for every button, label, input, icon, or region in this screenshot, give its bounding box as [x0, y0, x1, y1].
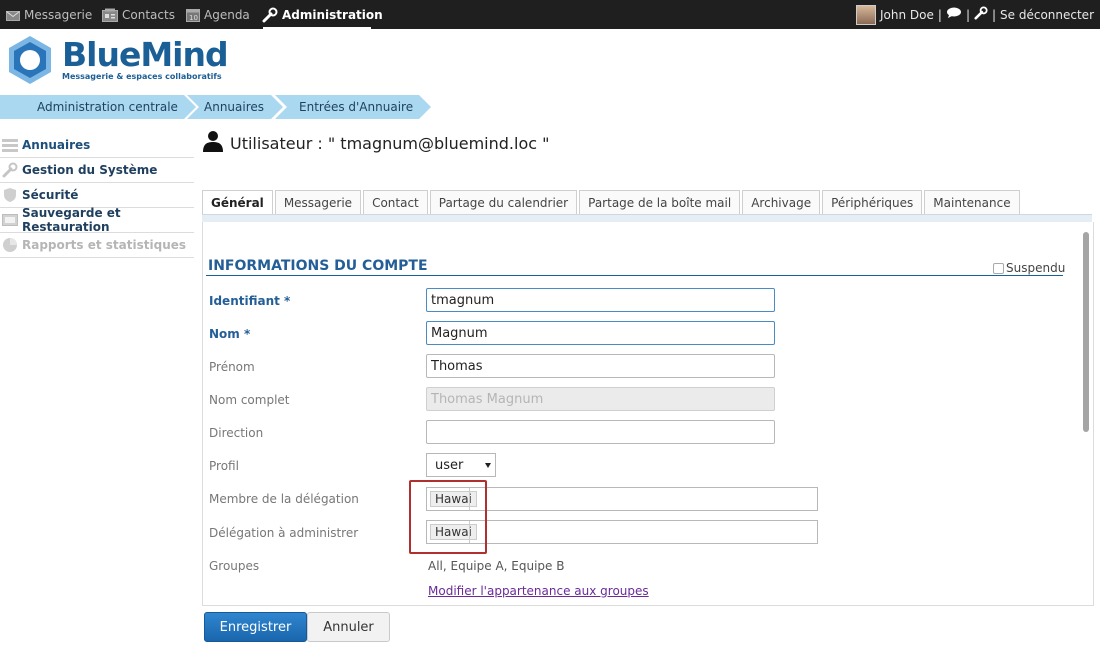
tab-peripheriques[interactable]: Périphériques [822, 190, 923, 214]
sidebar-item-gestion-systeme[interactable]: Gestion du Système [0, 158, 194, 183]
sidebar-item-rapports[interactable]: Rapports et statistiques [0, 233, 194, 258]
nav-administration[interactable]: Administration [262, 0, 383, 29]
page-title: Utilisateur : " tmagnum@bluemind.loc " [202, 130, 549, 156]
chat-icon[interactable] [946, 7, 962, 22]
section-divider [206, 275, 1063, 276]
logo-tagline: Messagerie & espaces collaboratifs [62, 72, 222, 81]
sidebar-item-label: Sécurité [22, 188, 79, 202]
wrench-icon [262, 7, 278, 23]
save-button[interactable]: Enregistrer [204, 612, 307, 642]
backup-icon [2, 212, 18, 228]
tab-maintenance[interactable]: Maintenance [924, 190, 1020, 214]
nav-label: Agenda [204, 7, 250, 22]
top-navigation-bar: Messagerie Contacts 10 Agenda Administra… [0, 0, 1100, 29]
user-name[interactable]: John Doe [880, 8, 934, 22]
avatar[interactable] [856, 4, 877, 25]
logo-hexagon-icon [9, 36, 51, 84]
calendar-icon: 10 [186, 8, 200, 22]
separator: | [965, 7, 970, 22]
user-icon [202, 130, 224, 156]
wrench-icon [2, 162, 18, 178]
sidebar-item-label: Annuaires [22, 138, 91, 152]
nav-contacts[interactable]: Contacts [102, 0, 175, 29]
groupes-label: Groupes [209, 559, 260, 573]
separator: | [937, 7, 942, 22]
sidebar-item-label: Gestion du Système [22, 163, 158, 177]
logo: BlueMind Messagerie & espaces collaborat… [4, 34, 229, 86]
wrench-icon[interactable] [974, 6, 988, 23]
sidebar-item-securite[interactable]: Sécurité [0, 183, 194, 208]
sidebar-item-sauvegarde[interactable]: Sauvegarde et Restauration [0, 206, 194, 234]
tab-partage-calendrier[interactable]: Partage du calendrier [429, 190, 578, 214]
mail-icon [6, 9, 20, 21]
highlight-annotation [409, 480, 487, 554]
tab-contact[interactable]: Contact [363, 190, 428, 214]
breadcrumb-item-administration[interactable]: Administration centrale [0, 95, 196, 119]
list-icon [2, 137, 18, 153]
sidebar: Annuaires Gestion du Système Sécurité Sa… [0, 133, 194, 258]
cancel-button[interactable]: Annuler [307, 612, 390, 642]
identifiant-field[interactable]: tmagnum [426, 288, 775, 312]
scrollbar-thumb[interactable] [1083, 232, 1089, 432]
chevron-down-icon [485, 463, 491, 468]
prenom-label: Prénom [209, 360, 255, 374]
tab-bar: Général Messagerie Contact Partage du ca… [202, 190, 1020, 214]
tab-archivage[interactable]: Archivage [742, 190, 821, 214]
checkbox-box[interactable] [993, 262, 1004, 274]
profil-select[interactable]: user [426, 453, 496, 477]
tab-strip [202, 214, 1092, 222]
prenom-field[interactable]: Thomas [426, 354, 775, 378]
tab-general[interactable]: Général [202, 190, 273, 214]
profil-value: user [435, 457, 464, 473]
membre-delegation-label: Membre de la délégation [209, 492, 359, 506]
user-area: John Doe | | | Se déconnecter [856, 0, 1094, 29]
suspend-checkbox[interactable]: Suspendu [993, 261, 1065, 275]
nav-label: Administration [282, 7, 383, 22]
svg-text:10: 10 [189, 14, 198, 22]
modify-groups-link[interactable]: Modifier l'appartenance aux groupes [428, 584, 649, 598]
logout-link[interactable]: Se déconnecter [1000, 8, 1094, 22]
direction-label: Direction [209, 426, 264, 440]
suspend-label: Suspendu [1006, 261, 1066, 275]
nav-agenda[interactable]: 10 Agenda [186, 0, 250, 29]
sidebar-item-annuaires[interactable]: Annuaires [0, 133, 194, 158]
nav-label: Contacts [122, 7, 175, 22]
contacts-icon [102, 8, 118, 22]
active-tab-indicator [263, 27, 371, 29]
delegation-admin-label: Délégation à administrer [209, 526, 359, 540]
tab-messagerie[interactable]: Messagerie [274, 190, 362, 214]
sidebar-item-label: Rapports et statistiques [22, 238, 187, 252]
identifiant-label: Identifiant * [209, 294, 291, 308]
content-panel [202, 222, 1094, 606]
direction-field[interactable] [426, 420, 775, 444]
section-title: INFORMATIONS DU COMPTE [208, 258, 428, 274]
nav-messagerie[interactable]: Messagerie [6, 0, 92, 29]
nav-label: Messagerie [24, 7, 93, 22]
groupes-value: All, Equipe A, Equipe B [428, 559, 565, 573]
logo-name: BlueMind [62, 35, 229, 74]
sidebar-item-label: Sauvegarde et Restauration [22, 206, 121, 234]
chart-icon [2, 237, 18, 253]
tab-partage-boite-mail[interactable]: Partage de la boîte mail [579, 190, 741, 214]
nom-label: Nom * [209, 327, 251, 341]
page-title-text: Utilisateur : " tmagnum@bluemind.loc " [230, 133, 550, 153]
profil-label: Profil [209, 459, 239, 473]
nom-complet-label: Nom complet [209, 393, 290, 407]
shield-icon [2, 187, 18, 203]
nom-field[interactable]: Magnum [426, 321, 775, 345]
nom-complet-field: Thomas Magnum [426, 387, 775, 411]
breadcrumb: Administration centrale Annuaires Entrée… [0, 95, 440, 119]
separator: | [991, 7, 997, 22]
scrollbar[interactable] [1080, 228, 1092, 604]
breadcrumb-item-annuaires[interactable]: Annuaires [187, 95, 283, 119]
breadcrumb-item-entrees[interactable]: Entrées d'Annuaire [275, 95, 431, 119]
